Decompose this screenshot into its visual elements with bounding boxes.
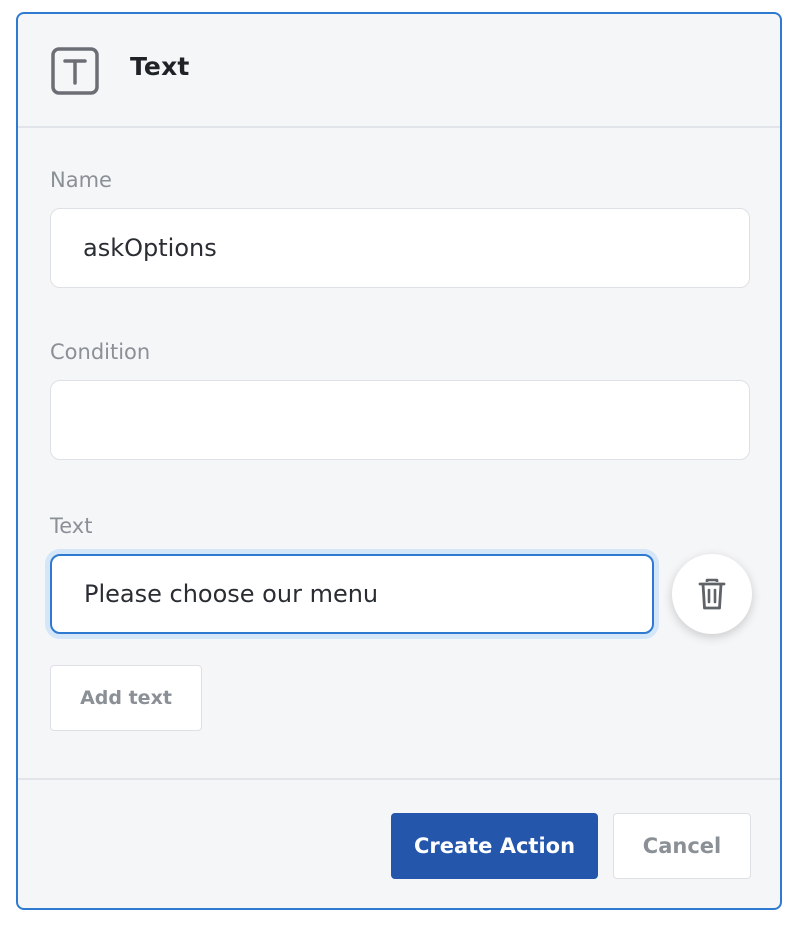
panel-title: Text (130, 52, 190, 81)
text-input[interactable] (50, 554, 654, 634)
add-text-button[interactable]: Add text (50, 665, 202, 731)
name-label: Name (50, 168, 112, 192)
condition-label: Condition (50, 340, 151, 364)
trash-icon (698, 578, 726, 610)
panel-header: Text (18, 14, 780, 128)
name-input[interactable] (50, 208, 750, 288)
text-type-icon (51, 47, 99, 95)
text-label: Text (50, 514, 93, 538)
cancel-button[interactable]: Cancel (613, 813, 751, 879)
create-action-button[interactable]: Create Action (391, 813, 598, 879)
delete-text-button[interactable] (672, 554, 752, 634)
footer-divider (18, 778, 780, 780)
condition-input[interactable] (50, 380, 750, 460)
action-editor-panel: Text Name Condition Text Add text Create… (16, 12, 782, 910)
